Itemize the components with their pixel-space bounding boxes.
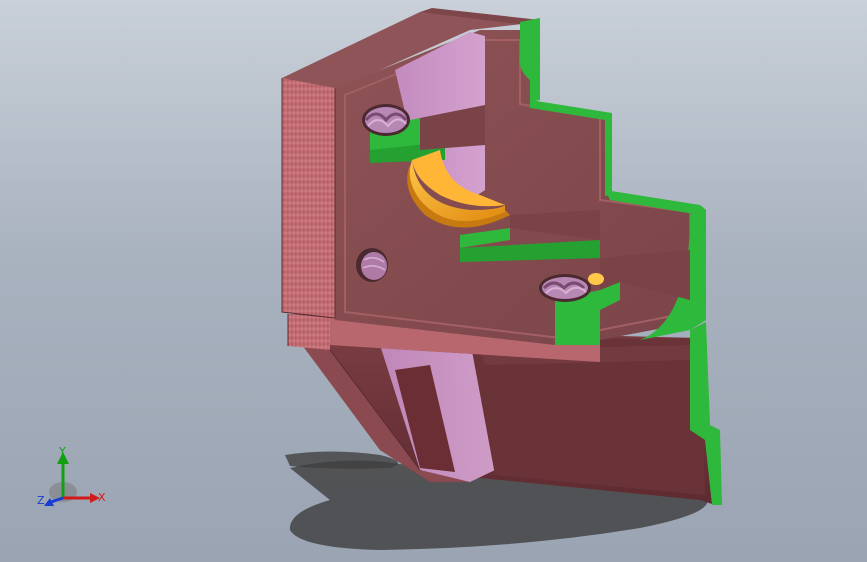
plain-hole — [356, 248, 388, 282]
axis-x-label: X — [98, 491, 106, 504]
axis-triad-graphic — [44, 452, 100, 506]
model-canvas[interactable] — [0, 0, 867, 562]
axis-z-label: Z — [37, 494, 45, 507]
graphics-viewport[interactable]: Y X Z — [0, 0, 867, 562]
threaded-hole-top — [362, 104, 410, 136]
axis-y-label: Y — [59, 445, 66, 458]
axis-triad[interactable]: Y X Z — [30, 440, 120, 520]
main-block[interactable] — [282, 8, 705, 345]
